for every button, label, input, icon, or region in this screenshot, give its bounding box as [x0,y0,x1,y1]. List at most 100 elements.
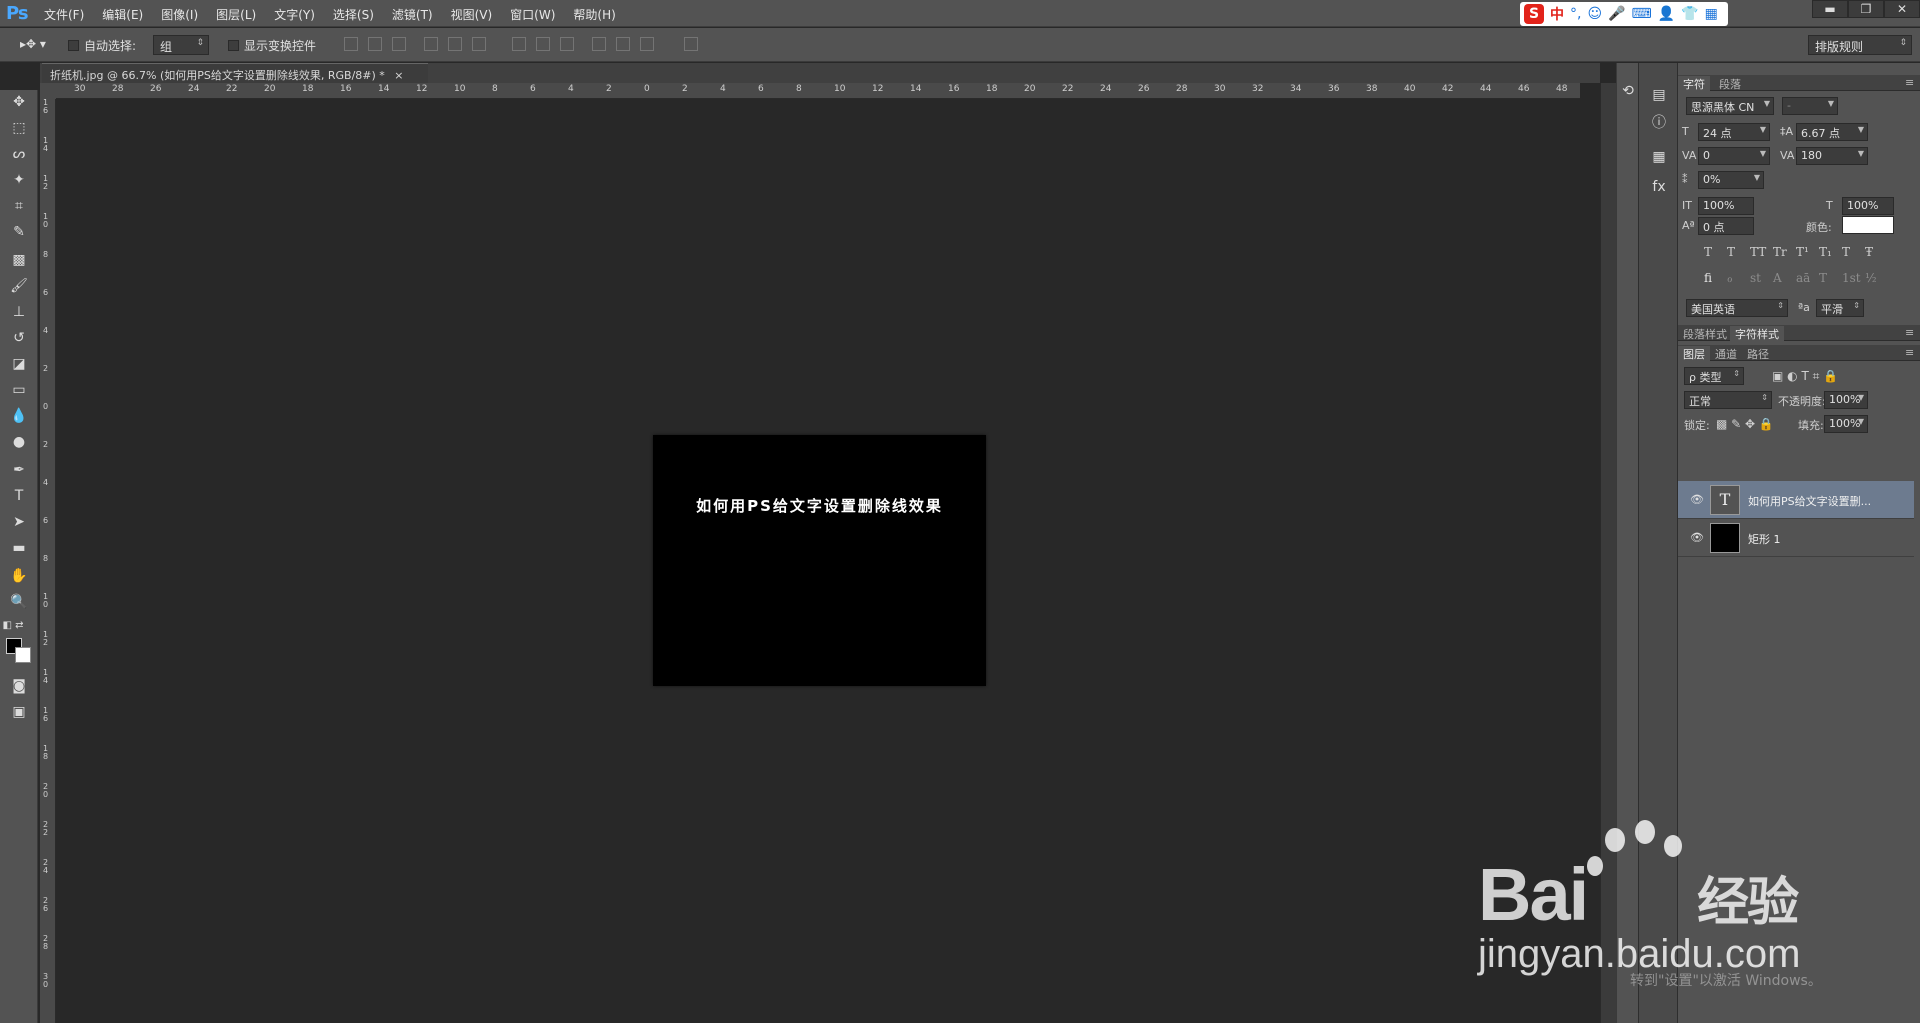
type-style-button[interactable]: Tr [1773,245,1787,259]
tab-character-styles[interactable]: 字符样式 [1730,326,1784,341]
tsume-field[interactable]: 0% ▼ [1698,171,1764,189]
menu-item[interactable]: 图像(I) [161,6,198,23]
ruler-origin[interactable] [40,83,56,99]
styles-panel-icon[interactable]: fx [1649,177,1669,197]
eraser-tool-icon[interactable]: ◪ [8,354,30,374]
healing-brush-tool-icon[interactable]: ▩ [8,250,30,270]
minimize-button[interactable]: ▬ [1812,0,1848,18]
distribute-hcenter-icon[interactable] [616,37,630,51]
text-color-swatch[interactable] [1842,216,1894,234]
close-window-button[interactable]: ✕ [1884,0,1920,18]
default-colors-icon[interactable]: ◧ ⇄ [2,616,24,636]
layer-row[interactable]: 👁 T 如何用PS给文字设置删... [1678,481,1914,519]
ime-toolbar[interactable]: S 中 °, ☺ 🎤 ⌨ 👤 👕 ▦ [1520,2,1728,26]
language-select[interactable]: 美国英语 ⇕ [1686,299,1788,317]
opentype-button[interactable]: ℴ [1727,271,1733,285]
ime-language-toggle[interactable]: 中 [1550,4,1564,24]
menu-item[interactable]: 窗口(W) [510,6,555,23]
menu-item[interactable]: 图层(L) [216,6,256,23]
distribute-right-icon[interactable] [640,37,654,51]
layer-row[interactable]: 👁 矩形 1 [1678,519,1914,557]
blend-mode-select[interactable]: 正常 ⇕ [1684,391,1772,409]
quick-mask-icon[interactable]: ◙ [8,676,30,696]
opentype-button[interactable]: ½ [1865,271,1877,285]
visibility-eye-icon[interactable]: 👁 [1690,531,1704,544]
move-tool-icon[interactable]: ✥ [8,92,30,112]
layer-filter-icons[interactable]: ▣ ◐ T ⌗ 🔒 [1772,369,1838,384]
show-transform-controls-checkbox[interactable]: 显示变换控件 [228,37,316,54]
tab-paragraph[interactable]: 段落 [1714,76,1746,92]
distribute-top-icon[interactable] [512,37,526,51]
menu-item[interactable]: 视图(V) [451,6,493,23]
type-style-button[interactable]: Ŧ [1865,245,1873,259]
close-tab-icon[interactable]: × [394,69,403,82]
font-style-select[interactable]: - ▼ [1782,97,1838,115]
actions-panel-icon[interactable]: ▤ [1649,85,1669,105]
document-tab[interactable]: 折纸机.jpg @ 66.7% (如何用PS给文字设置删除线效果, RGB/8#… [42,63,428,83]
document-canvas[interactable]: 如何用PS给文字设置删除线效果 [653,435,986,686]
type-style-button[interactable]: T [1727,245,1735,259]
tab-character[interactable]: 字符 [1678,76,1710,91]
antialias-select[interactable]: 平滑 ⇕ [1816,299,1864,317]
menu-item[interactable]: 编辑(E) [102,6,143,23]
screen-mode-icon[interactable]: ▣ [8,702,30,722]
microphone-icon[interactable]: 🎤 [1608,6,1625,22]
auto-select-checkbox[interactable]: 自动选择: [68,37,136,54]
emoji-icon[interactable]: ☺ [1587,6,1602,22]
type-style-button[interactable]: T [1842,245,1850,259]
align-hcenter-icon[interactable] [448,37,462,51]
background-color-swatch[interactable] [15,647,31,663]
ruler-horizontal[interactable]: 30 28 26 24 22 20 18 16 14 12 10 8 6 4 2 0 2 4 6 8 10 12 14 16 1… [56,83,1580,99]
font-family-select[interactable]: 思源黑体 CN ▼ [1686,97,1774,115]
lock-icons[interactable]: ▩ ✎ ✥ 🔒 [1716,417,1774,431]
opentype-button[interactable]: T [1819,271,1827,285]
tab-paragraph-styles[interactable]: 段落样式 [1678,326,1732,342]
tab-channels[interactable]: 通道 [1710,346,1742,362]
path-selection-tool-icon[interactable]: ➤ [8,512,30,532]
dodge-tool-icon[interactable]: ● [8,432,30,452]
fill-field[interactable]: 100% ▼ [1824,415,1868,433]
leading-field[interactable]: 6.67 点 ▼ [1796,123,1868,141]
kerning-field[interactable]: 0 ▼ [1698,147,1770,165]
layer-filter-select[interactable]: ρ 类型 ⇕ [1684,367,1744,385]
history-brush-tool-icon[interactable]: ↺ [8,328,30,348]
tab-layers[interactable]: 图层 [1678,346,1710,361]
tracking-field[interactable]: 180 ▼ [1796,147,1868,165]
menu-item[interactable]: 选择(S) [333,6,374,23]
align-vcenter-icon[interactable] [368,37,382,51]
punctuation-icon[interactable]: °, [1570,6,1581,22]
horizontal-scale-field[interactable]: 100% [1842,197,1894,215]
distribute-bottom-icon[interactable] [560,37,574,51]
magic-wand-tool-icon[interactable]: ✦ [8,170,30,190]
brush-tool-icon[interactable]: 🖌 [8,276,30,296]
crop-tool-icon[interactable]: ⌗ [8,196,30,216]
opentype-button[interactable]: aā [1796,271,1810,285]
auto-select-dropdown[interactable]: 组 ⇕ [153,35,209,55]
styles-menu-icon[interactable]: ≡ [1900,326,1919,339]
align-bottom-icon[interactable] [392,37,406,51]
history-panel-icon[interactable]: ⟲ [1618,81,1638,101]
rectangle-tool-icon[interactable]: ▬ [8,538,30,558]
zoom-tool-icon[interactable]: 🔍 [8,592,30,612]
marquee-tool-icon[interactable]: ⬚ [8,118,30,138]
align-left-icon[interactable] [424,37,438,51]
ruler-vertical[interactable]: 16 14 12 10 8 6 4 2 0 2 4 6 8 10 12 14 16 18 20 22 24 26 28 30 [40,99,56,1023]
auto-align-icon[interactable] [684,37,698,51]
menu-item[interactable]: 文件(F) [44,6,84,23]
opentype-button[interactable]: st [1750,271,1761,285]
swatches-panel-icon[interactable]: ▦ [1649,147,1669,167]
gradient-tool-icon[interactable]: ▭ [8,380,30,400]
opentype-button[interactable]: 1st [1842,271,1861,285]
tab-paths[interactable]: 路径 [1742,346,1774,362]
type-tool-icon[interactable]: T [8,486,30,506]
layers-menu-icon[interactable]: ≡ [1900,346,1919,359]
grid-icon[interactable]: ▦ [1705,6,1718,22]
menu-item[interactable]: 帮助(H) [573,6,615,23]
opentype-button[interactable]: fi [1704,271,1712,285]
info-panel-icon[interactable]: ⓘ [1649,113,1669,133]
move-tool-preset-icon[interactable]: ▸✥ ▾ [20,37,46,51]
eyedropper-tool-icon[interactable]: ✎ [8,222,30,242]
align-right-icon[interactable] [472,37,486,51]
type-style-button[interactable]: T¹ [1796,245,1809,259]
keyboard-icon[interactable]: ⌨ [1632,6,1652,22]
